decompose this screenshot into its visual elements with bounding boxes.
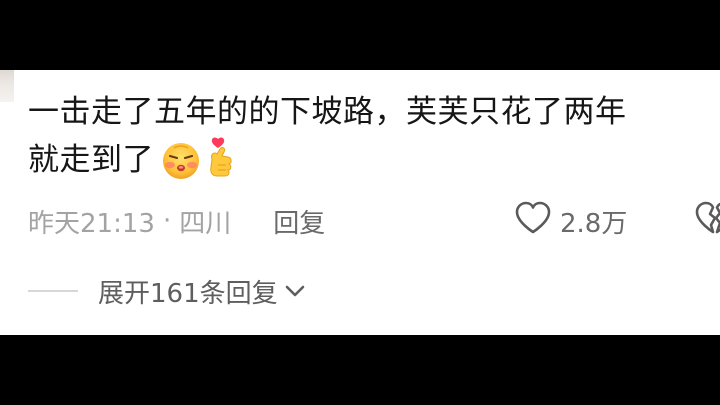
dislike-button[interactable]	[694, 201, 720, 241]
like-button[interactable]: 2.8万	[514, 201, 627, 241]
location: 四川	[179, 208, 232, 239]
expand-replies-label: 展开161条回复	[98, 278, 278, 309]
like-count: 2.8万	[560, 208, 628, 239]
comment-body: 一击走了五年的的下坡路，芙芙只花了两年 就走到了	[28, 88, 718, 184]
comment-meta: 昨天21:13 · 四川 回复 2.8万	[28, 201, 720, 241]
broken-heart-icon	[694, 201, 720, 242]
avatar[interactable]	[0, 70, 14, 102]
separator-dot: ·	[162, 206, 172, 236]
heart-icon	[514, 201, 552, 242]
comment-text-line1: 一击走了五年的的下坡路，芙芙只花了两年	[28, 94, 627, 130]
comment-panel: 一击走了五年的的下坡路，芙芙只花了两年 就走到了 昨天21:13 · 四川 回复…	[0, 70, 720, 335]
comment-text-line2: 就走到了	[28, 142, 154, 178]
timestamp: 昨天21:13	[28, 208, 155, 239]
reply-button[interactable]: 回复	[273, 203, 325, 240]
comment-text-line2-container: 就走到了	[28, 136, 718, 184]
video-frame: 一击走了五年的的下坡路，芙芙只花了两年 就走到了 昨天21:13 · 四川 回复…	[0, 0, 720, 405]
divider-line	[28, 290, 78, 292]
expand-replies-button[interactable]: 展开161条回复	[28, 271, 306, 311]
chevron-down-icon	[284, 283, 306, 299]
finger-heart-icon	[204, 137, 238, 183]
pouting-face-icon	[160, 139, 202, 181]
